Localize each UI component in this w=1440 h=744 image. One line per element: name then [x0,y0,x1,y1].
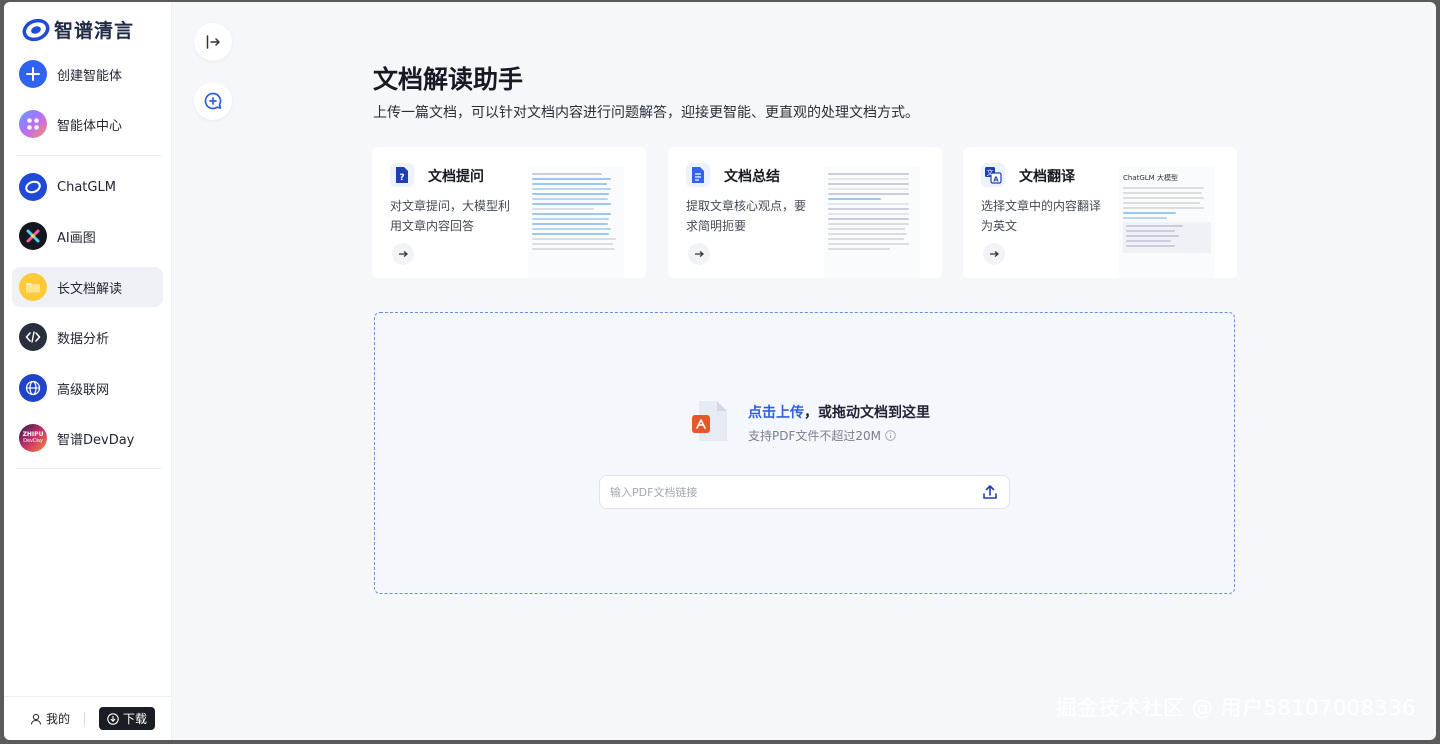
sidebar-item-label: 智谱DevDay [57,432,135,448]
collapse-sidebar-button[interactable] [194,23,232,61]
upload-dropzone[interactable]: 点击上传，或拖动文档到这里 支持PDF文件不超过20M [374,312,1235,594]
sidebar-item-ai-painting[interactable]: AI画图 [12,216,163,256]
feature-card-ask[interactable]: ? 文档提问 对文章提问，大模型利用文章内容回答 [372,147,646,278]
info-icon[interactable] [885,430,896,441]
document-preview-thumbnail [824,167,920,278]
logo-icon [22,18,50,41]
card-title: 文档提问 [428,169,484,185]
my-profile-button[interactable]: 我的 [30,710,70,727]
page-title: 文档解读助手 [373,65,524,94]
footer-separator [84,711,86,726]
download-label: 下载 [123,712,148,726]
upload-icon[interactable] [981,483,999,501]
ai-painting-icon [19,222,47,250]
svg-text:?: ? [399,173,404,183]
card-title: 文档总结 [724,169,780,185]
thumbnail-title: ChatGLM 大模型 [1123,174,1178,182]
upload-hint: 支持PDF文件不超过20M [748,427,896,444]
app-window: 智谱清言 创建智能体 智能体中心 ChatGLM AI画图 长文档解读 数据分析… [4,2,1436,740]
pdf-url-box [599,475,1010,509]
card-description: 选择文章中的内容翻译为英文 [981,199,1102,233]
plus-icon [19,60,47,88]
app-name: 智谱清言 [54,20,135,42]
sidebar-item-chatglm[interactable]: ChatGLM [12,167,163,207]
sidebar-item-long-doc[interactable]: 长文档解读 [12,267,163,307]
user-icon [30,713,42,725]
download-button[interactable]: 下载 [99,707,156,730]
collapse-icon [206,35,220,49]
doc-question-icon: ? [390,163,414,187]
sidebar-item-label: ChatGLM [57,179,116,195]
pdf-file-icon [692,401,727,441]
document-preview-thumbnail [528,167,624,278]
sidebar-item-web-search[interactable]: 高级联网 [12,368,163,408]
feature-card-summary[interactable]: 文档总结 提取文章核心观点，要求简明扼要 [668,147,942,278]
logo[interactable]: 智谱清言 [22,16,134,43]
page-subtitle: 上传一篇文档，可以针对文档内容进行问题解答，迎接更智能、更直观的处理文档方式。 [373,105,919,121]
sidebar-item-devday[interactable]: ZHIPU DevDay 智谱DevDay [12,418,163,458]
my-label: 我的 [46,712,71,726]
folder-icon [19,273,47,301]
globe-icon [19,374,47,402]
feature-card-translate[interactable]: 文A 文档翻译 选择文章中的内容翻译为英文 ChatGLM 大模型 [963,147,1237,278]
svg-text:A: A [993,176,999,184]
download-icon [107,712,119,725]
arrow-right-icon[interactable] [983,243,1005,265]
sidebar-item-agent-center[interactable]: 智能体中心 [12,104,163,144]
sidebar-item-create-agent[interactable]: 创建智能体 [12,54,163,94]
watermark-credit: 掘金技术社区 @ 用户58107008336 [1055,696,1416,720]
upload-instruction: 点击上传，或拖动文档到这里 [748,405,930,421]
sidebar-item-label: 创建智能体 [57,68,123,84]
sidebar-item-data-analysis[interactable]: 数据分析 [12,317,163,357]
sidebar: 智谱清言 创建智能体 智能体中心 ChatGLM AI画图 长文档解读 数据分析… [4,2,172,740]
divider [16,468,161,469]
apps-grid-icon [19,110,47,138]
devday-badge-icon: ZHIPU DevDay [19,424,47,452]
card-description: 提取文章核心观点，要求简明扼要 [686,199,807,233]
doc-summary-icon [686,163,710,187]
code-icon [19,323,47,351]
click-upload-link[interactable]: 点击上传 [748,405,804,421]
translate-icon: 文A [981,163,1005,187]
card-description: 对文章提问，大模型利用文章内容回答 [390,199,511,233]
sidebar-item-label: 数据分析 [57,331,110,347]
card-title: 文档翻译 [1019,169,1075,185]
sidebar-item-label: 长文档解读 [57,281,123,297]
sidebar-item-label: 智能体中心 [57,118,123,134]
sidebar-item-label: 高级联网 [57,382,110,398]
divider [16,155,161,156]
arrow-right-icon[interactable] [392,243,414,265]
document-preview-thumbnail: ChatGLM 大模型 [1119,167,1215,278]
chatglm-logo-icon [19,173,47,201]
pdf-url-input[interactable] [600,476,970,508]
sidebar-item-label: AI画图 [57,230,96,246]
arrow-right-icon[interactable] [688,243,710,265]
new-chat-button[interactable] [194,82,232,120]
sidebar-footer: 我的 下载 [4,696,172,740]
new-chat-icon [204,92,222,110]
